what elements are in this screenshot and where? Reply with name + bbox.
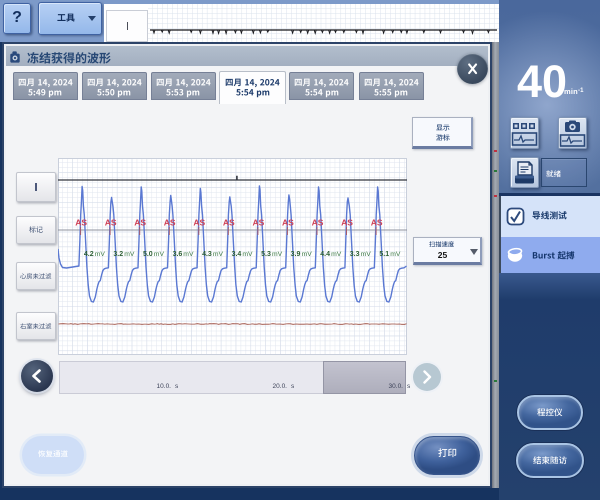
svg-text:AS: AS [370, 218, 382, 228]
svg-text:3.9: 3.9 [290, 251, 300, 258]
svg-text:4.2: 4.2 [83, 251, 93, 258]
svg-text:mV: mV [212, 251, 223, 258]
svg-text:AS: AS [104, 218, 116, 228]
svg-text:AS: AS [193, 218, 205, 228]
svg-text:5.1: 5.1 [379, 251, 389, 258]
svg-text:4.4: 4.4 [320, 251, 330, 258]
svg-text:3.6: 3.6 [172, 251, 182, 258]
svg-text:3.2: 3.2 [113, 251, 123, 258]
svg-text:mV: mV [124, 251, 135, 258]
svg-text:4.3: 4.3 [202, 251, 212, 258]
svg-text:AS: AS [281, 218, 293, 228]
svg-text:mV: mV [94, 251, 105, 258]
svg-text:AS: AS [311, 218, 323, 228]
svg-text:mV: mV [272, 251, 283, 258]
svg-text:AS: AS [134, 218, 146, 228]
svg-text:mV: mV [301, 251, 312, 258]
svg-text:AS: AS [163, 218, 175, 228]
svg-text:5.3: 5.3 [261, 251, 271, 258]
svg-text:AS: AS [252, 218, 264, 228]
svg-text:mV: mV [242, 251, 253, 258]
svg-text:3.4: 3.4 [231, 251, 241, 258]
svg-text:mV: mV [183, 251, 194, 258]
svg-text:mV: mV [360, 251, 371, 258]
svg-text:mV: mV [153, 251, 164, 258]
svg-text:mV: mV [390, 251, 401, 258]
svg-text:AS: AS [341, 218, 353, 228]
svg-text:3.3: 3.3 [349, 251, 359, 258]
svg-text:5.0: 5.0 [142, 251, 152, 258]
svg-text:AS: AS [75, 218, 87, 228]
svg-text:AS: AS [222, 218, 234, 228]
svg-text:mV: mV [331, 251, 342, 258]
